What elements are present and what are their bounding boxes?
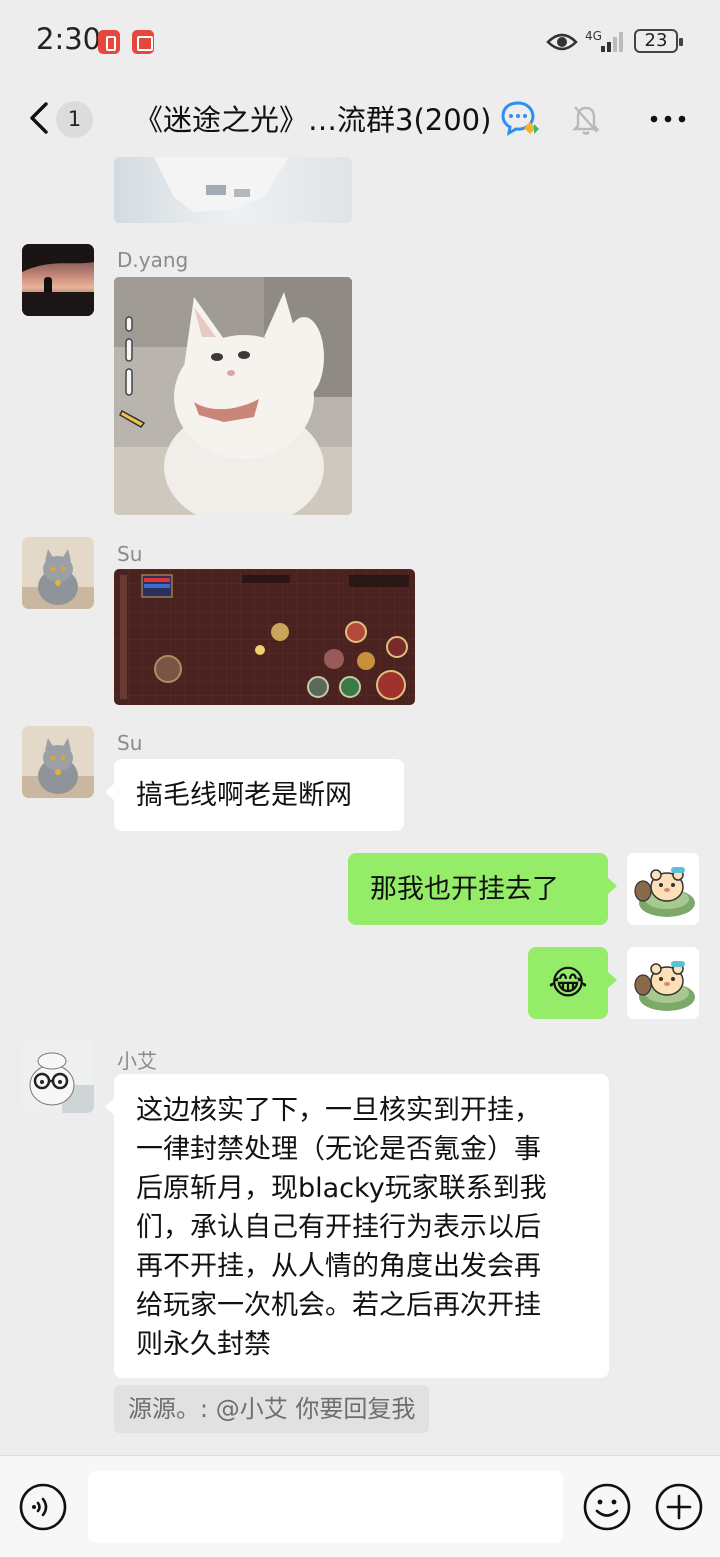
- sender-name: Su: [117, 731, 143, 755]
- message-bubble[interactable]: 这边核实了下，一旦核实到开挂， 一律封禁处理（无论是否氪金）事 后原斩月，现bl…: [105, 1074, 609, 1378]
- avatar-su[interactable]: [22, 726, 94, 798]
- my-message-bubble[interactable]: 那我也开挂去了: [348, 853, 617, 925]
- message-line: 这边核实了下，一旦核实到开挂，: [136, 1095, 541, 1126]
- my-emoji-bubble[interactable]: 😂: [528, 947, 617, 1019]
- message-input[interactable]: [88, 1471, 563, 1543]
- more-options-icon[interactable]: [648, 106, 688, 132]
- image-message-game[interactable]: [114, 569, 415, 705]
- signal-icon: 4G: [585, 28, 627, 60]
- eye-protection-icon: [546, 33, 578, 51]
- laughing-emoji: 😂: [548, 963, 588, 1003]
- emoji-icon[interactable]: [582, 1482, 632, 1532]
- network-type: 4G: [585, 29, 602, 43]
- message-line: 们，承认自己有开挂行为表示以后: [136, 1212, 541, 1243]
- avatar-dyang[interactable]: [22, 244, 94, 316]
- message-line: 再不开挂，从人情的角度出发会再: [136, 1251, 541, 1282]
- sender-name: Su: [117, 542, 143, 566]
- avatar-su[interactable]: [22, 537, 94, 609]
- sender-name: D.yang: [117, 248, 189, 272]
- message-line: 给玩家一次机会。若之后再次开挂: [136, 1290, 541, 1321]
- message-text: 那我也开挂去了: [370, 874, 559, 905]
- message-bubble[interactable]: 搞毛线啊老是断网: [105, 759, 404, 831]
- quoted-reply[interactable]: 源源。: @小艾 你要回复我: [114, 1385, 430, 1433]
- mute-bell-icon: [572, 106, 600, 135]
- input-bar: [0, 1455, 720, 1557]
- group-chat-icon[interactable]: [500, 100, 542, 138]
- back-arrow-icon[interactable]: [22, 98, 58, 138]
- chat-title: 《迷途之光》…流群3(200): [134, 103, 492, 137]
- notification-badge-icon: [98, 30, 120, 54]
- image-message-cat[interactable]: [114, 277, 352, 515]
- avatar-me[interactable]: [627, 853, 699, 925]
- sender-name: 小艾: [117, 1049, 157, 1073]
- plus-icon[interactable]: [654, 1482, 704, 1532]
- message-line: 一律封禁处理（无论是否氪金）事: [136, 1134, 541, 1165]
- battery-icon: 23: [634, 29, 683, 53]
- avatar-me[interactable]: [627, 947, 699, 1019]
- status-bar: 2:30 4G 23: [0, 0, 720, 84]
- chat-header: 1 《迷途之光》…流群3(200): [0, 84, 720, 156]
- voice-input-icon[interactable]: [18, 1482, 68, 1532]
- message-text: 搞毛线啊老是断网: [136, 780, 352, 811]
- message-line: 后原斩月，现blacky玩家联系到我: [136, 1173, 547, 1204]
- message-line: 则永久封禁: [136, 1329, 271, 1360]
- previous-image-message[interactable]: [114, 157, 352, 223]
- avatar-xiaoai[interactable]: [22, 1041, 94, 1113]
- status-time: 2:30: [36, 22, 102, 56]
- unread-count-badge[interactable]: 1: [56, 101, 93, 138]
- notification-app-icon: [132, 30, 154, 54]
